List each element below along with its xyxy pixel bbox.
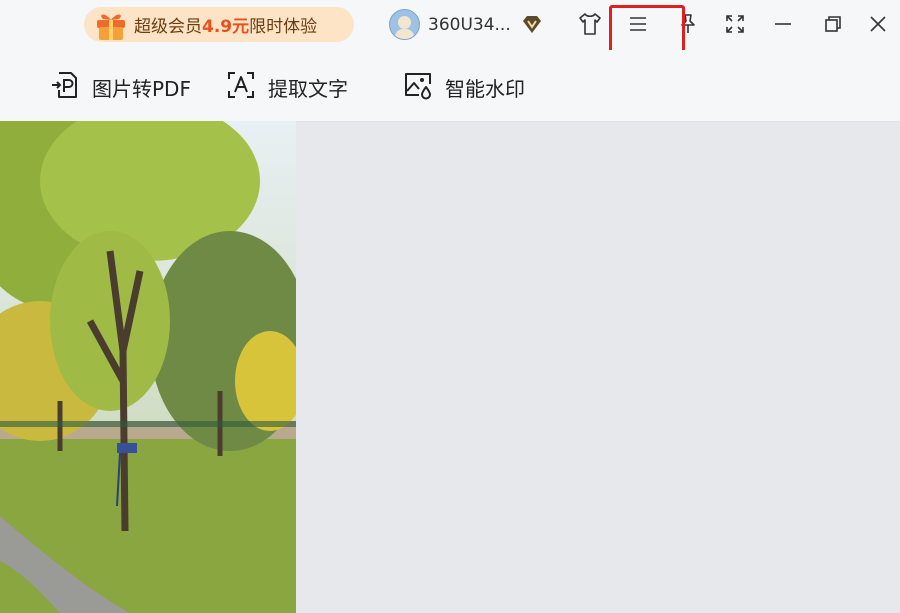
image-to-pdf-label: 图片转PDF bbox=[92, 76, 191, 101]
restore-icon[interactable] bbox=[820, 11, 846, 37]
smart-watermark-label: 智能水印 bbox=[445, 76, 525, 101]
vip-promo-prefix: 超级会员 bbox=[134, 17, 202, 37]
image-preview[interactable] bbox=[0, 121, 296, 613]
minimize-icon[interactable] bbox=[770, 11, 796, 37]
extract-text-label: 提取文字 bbox=[268, 76, 348, 101]
user-account[interactable]: 360U34... bbox=[389, 8, 543, 41]
close-icon[interactable] bbox=[865, 11, 891, 37]
vip-diamond-icon bbox=[521, 15, 543, 35]
vip-promo-price: 4.9元 bbox=[202, 17, 250, 37]
function-toolbar: 图片转PDF 提取文字 智能水印 bbox=[0, 50, 900, 122]
vip-promo-suffix: 限时体验 bbox=[249, 17, 318, 37]
smart-watermark-button[interactable]: 智能水印 bbox=[403, 70, 525, 104]
menu-highlight-box bbox=[609, 5, 685, 55]
extract-text-icon bbox=[226, 70, 268, 105]
vip-promo-button[interactable]: 超级会员 4.9元 限时体验 bbox=[84, 7, 354, 42]
avatar bbox=[389, 9, 420, 40]
user-name: 360U34... bbox=[428, 14, 511, 35]
title-bar: 超级会员 4.9元 限时体验 360U34... bbox=[0, 0, 900, 55]
gift-icon bbox=[94, 9, 128, 46]
image-to-pdf-button[interactable]: 图片转PDF bbox=[50, 70, 191, 104]
fullscreen-icon[interactable] bbox=[722, 11, 748, 37]
image-to-pdf-icon bbox=[50, 70, 92, 105]
skin-icon[interactable] bbox=[577, 11, 603, 37]
smart-watermark-icon bbox=[403, 70, 445, 105]
extract-text-button[interactable]: 提取文字 bbox=[226, 70, 348, 104]
